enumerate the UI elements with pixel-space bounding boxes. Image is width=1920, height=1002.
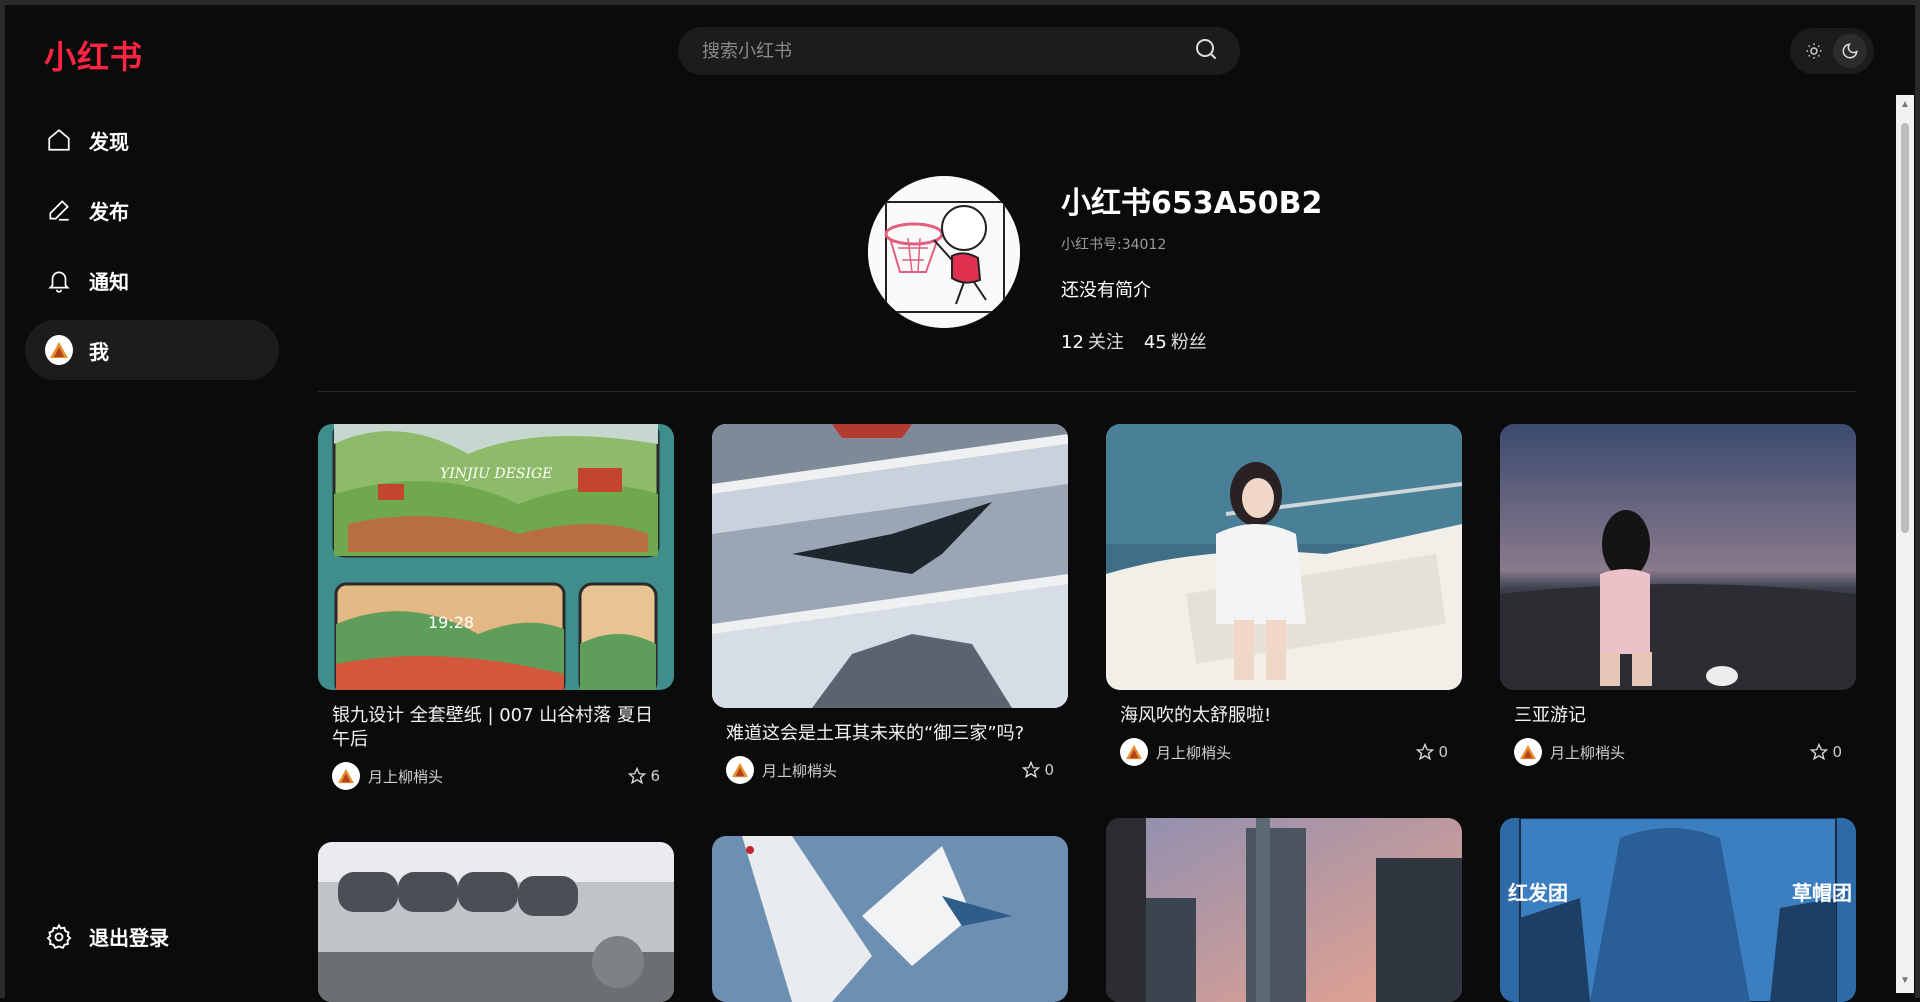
note-cover-image[interactable]: 红发团 草帽团 bbox=[1500, 818, 1856, 1002]
wallpaper-clock: 19:28 bbox=[428, 613, 474, 632]
profile-name: 小红书653A50B2 bbox=[1061, 186, 1323, 221]
note-author[interactable]: 月上柳梢头 bbox=[1120, 738, 1231, 766]
note-meta: 月上柳梢头 6 bbox=[332, 762, 660, 790]
sidebar-item-notifications[interactable]: 通知 bbox=[25, 250, 279, 310]
comic-label-left: 红发团 bbox=[1508, 881, 1568, 905]
note-title[interactable]: 银九设计 全套壁纸 | 007 山谷村落 夏日午后 bbox=[332, 704, 660, 752]
note-meta: 月上柳梢头 0 bbox=[726, 756, 1054, 784]
profile-bio: 还没有简介 bbox=[1061, 280, 1151, 301]
search-bar[interactable] bbox=[678, 27, 1240, 75]
note-card[interactable]: 红发团 草帽团 bbox=[1500, 818, 1856, 1002]
note-card[interactable]: 三亚游记 月上柳梢头 0 bbox=[1500, 424, 1856, 766]
sidebar-item-label: 我 bbox=[89, 339, 109, 364]
note-card[interactable]: 海风吹的太舒服啦! 月上柳梢头 0 bbox=[1106, 424, 1462, 766]
note-author[interactable]: 月上柳梢头 bbox=[332, 762, 443, 790]
note-card[interactable] bbox=[318, 842, 674, 1002]
sidebar-item-discover[interactable]: 发现 bbox=[25, 110, 279, 170]
note-card[interactable] bbox=[1106, 818, 1462, 1002]
like-button[interactable]: 0 bbox=[1810, 743, 1842, 761]
like-count: 0 bbox=[1438, 743, 1448, 761]
star-icon bbox=[628, 767, 647, 785]
home-icon bbox=[45, 126, 73, 154]
sidebar-item-me[interactable]: 我 bbox=[25, 320, 279, 380]
divider bbox=[318, 391, 1856, 392]
like-count: 0 bbox=[1044, 761, 1054, 779]
note-cover-image[interactable] bbox=[712, 836, 1068, 1002]
like-button[interactable]: 6 bbox=[628, 767, 660, 785]
note-cover-image[interactable] bbox=[318, 842, 674, 1002]
app-logo[interactable]: 小红书 bbox=[44, 32, 143, 78]
gear-icon bbox=[45, 922, 73, 951]
note-cover-image[interactable] bbox=[1106, 818, 1462, 1002]
note-card[interactable] bbox=[712, 836, 1068, 1002]
note-author[interactable]: 月上柳梢头 bbox=[1514, 738, 1625, 766]
note-cover-image[interactable]: YINJIU DESIGE 19:28 bbox=[318, 424, 674, 690]
note-meta: 月上柳梢头 0 bbox=[1120, 738, 1448, 766]
author-name: 月上柳梢头 bbox=[1156, 743, 1232, 762]
sidebar-nav: 发现 发布 通知 我 bbox=[25, 110, 279, 390]
profile-id: 小红书号:34012 bbox=[1061, 237, 1167, 253]
sidebar-item-publish[interactable]: 发布 bbox=[25, 180, 279, 240]
profile-stats: 12 关注 45 粉丝 bbox=[1061, 328, 1481, 354]
avatar bbox=[332, 762, 360, 790]
avatar bbox=[1120, 738, 1148, 766]
star-icon bbox=[1810, 743, 1829, 761]
author-name: 月上柳梢头 bbox=[368, 767, 444, 786]
sidebar-item-label: 发现 bbox=[89, 129, 129, 154]
like-count: 0 bbox=[1832, 743, 1842, 761]
followers-stat[interactable]: 45 粉丝 bbox=[1144, 328, 1207, 354]
note-card[interactable]: 难道这会是土耳其未来的“御三家”吗? 月上柳梢头 0 bbox=[712, 424, 1068, 784]
star-icon bbox=[1416, 743, 1435, 761]
profile-info: 小红书653A50B2 小红书号:34012 还没有简介 12 关注 45 粉丝 bbox=[1061, 178, 1481, 354]
comic-label-right: 草帽团 bbox=[1792, 881, 1852, 905]
note-title[interactable]: 难道这会是土耳其未来的“御三家”吗? bbox=[726, 722, 1054, 746]
logout-label: 退出登录 bbox=[89, 926, 169, 950]
scroll-up-icon[interactable]: ▲ bbox=[1900, 99, 1910, 110]
like-count: 6 bbox=[650, 767, 660, 785]
avatar bbox=[726, 756, 754, 784]
bell-icon bbox=[45, 266, 73, 294]
note-cover-image[interactable] bbox=[1106, 424, 1462, 690]
note-cover-image[interactable] bbox=[1500, 424, 1856, 690]
search-input[interactable] bbox=[700, 39, 1184, 63]
scrollbar[interactable]: ▲ ▼ bbox=[1896, 95, 1914, 993]
following-stat[interactable]: 12 关注 bbox=[1061, 328, 1124, 354]
note-meta: 月上柳梢头 0 bbox=[1514, 738, 1842, 766]
author-name: 月上柳梢头 bbox=[1550, 743, 1626, 762]
note-title[interactable]: 海风吹的太舒服啦! bbox=[1120, 704, 1448, 728]
note-title[interactable]: 三亚游记 bbox=[1514, 704, 1842, 728]
sun-icon[interactable] bbox=[1797, 34, 1831, 68]
search-icon[interactable] bbox=[1194, 37, 1218, 66]
star-icon bbox=[1022, 761, 1041, 779]
avatar bbox=[45, 335, 73, 365]
note-author[interactable]: 月上柳梢头 bbox=[726, 756, 837, 784]
scroll-down-icon[interactable]: ▼ bbox=[1900, 975, 1910, 986]
logout-button[interactable]: 退出登录 bbox=[45, 922, 169, 951]
sidebar-item-label: 通知 bbox=[89, 269, 129, 294]
moon-icon[interactable] bbox=[1833, 34, 1867, 68]
theme-toggle[interactable] bbox=[1790, 28, 1874, 74]
wallpaper-watermark: YINJIU DESIGE bbox=[440, 466, 552, 482]
like-button[interactable]: 0 bbox=[1416, 743, 1448, 761]
like-button[interactable]: 0 bbox=[1022, 761, 1054, 779]
sidebar-item-label: 发布 bbox=[89, 199, 129, 224]
pencil-icon bbox=[45, 196, 73, 224]
note-card[interactable]: YINJIU DESIGE 19:28 银九设计 全套壁纸 | 007 山谷村落… bbox=[318, 424, 674, 790]
profile-avatar[interactable] bbox=[868, 176, 1020, 328]
scrollbar-thumb[interactable] bbox=[1901, 123, 1909, 533]
note-cover-image[interactable] bbox=[712, 424, 1068, 708]
author-name: 月上柳梢头 bbox=[762, 761, 838, 780]
avatar bbox=[1514, 738, 1542, 766]
